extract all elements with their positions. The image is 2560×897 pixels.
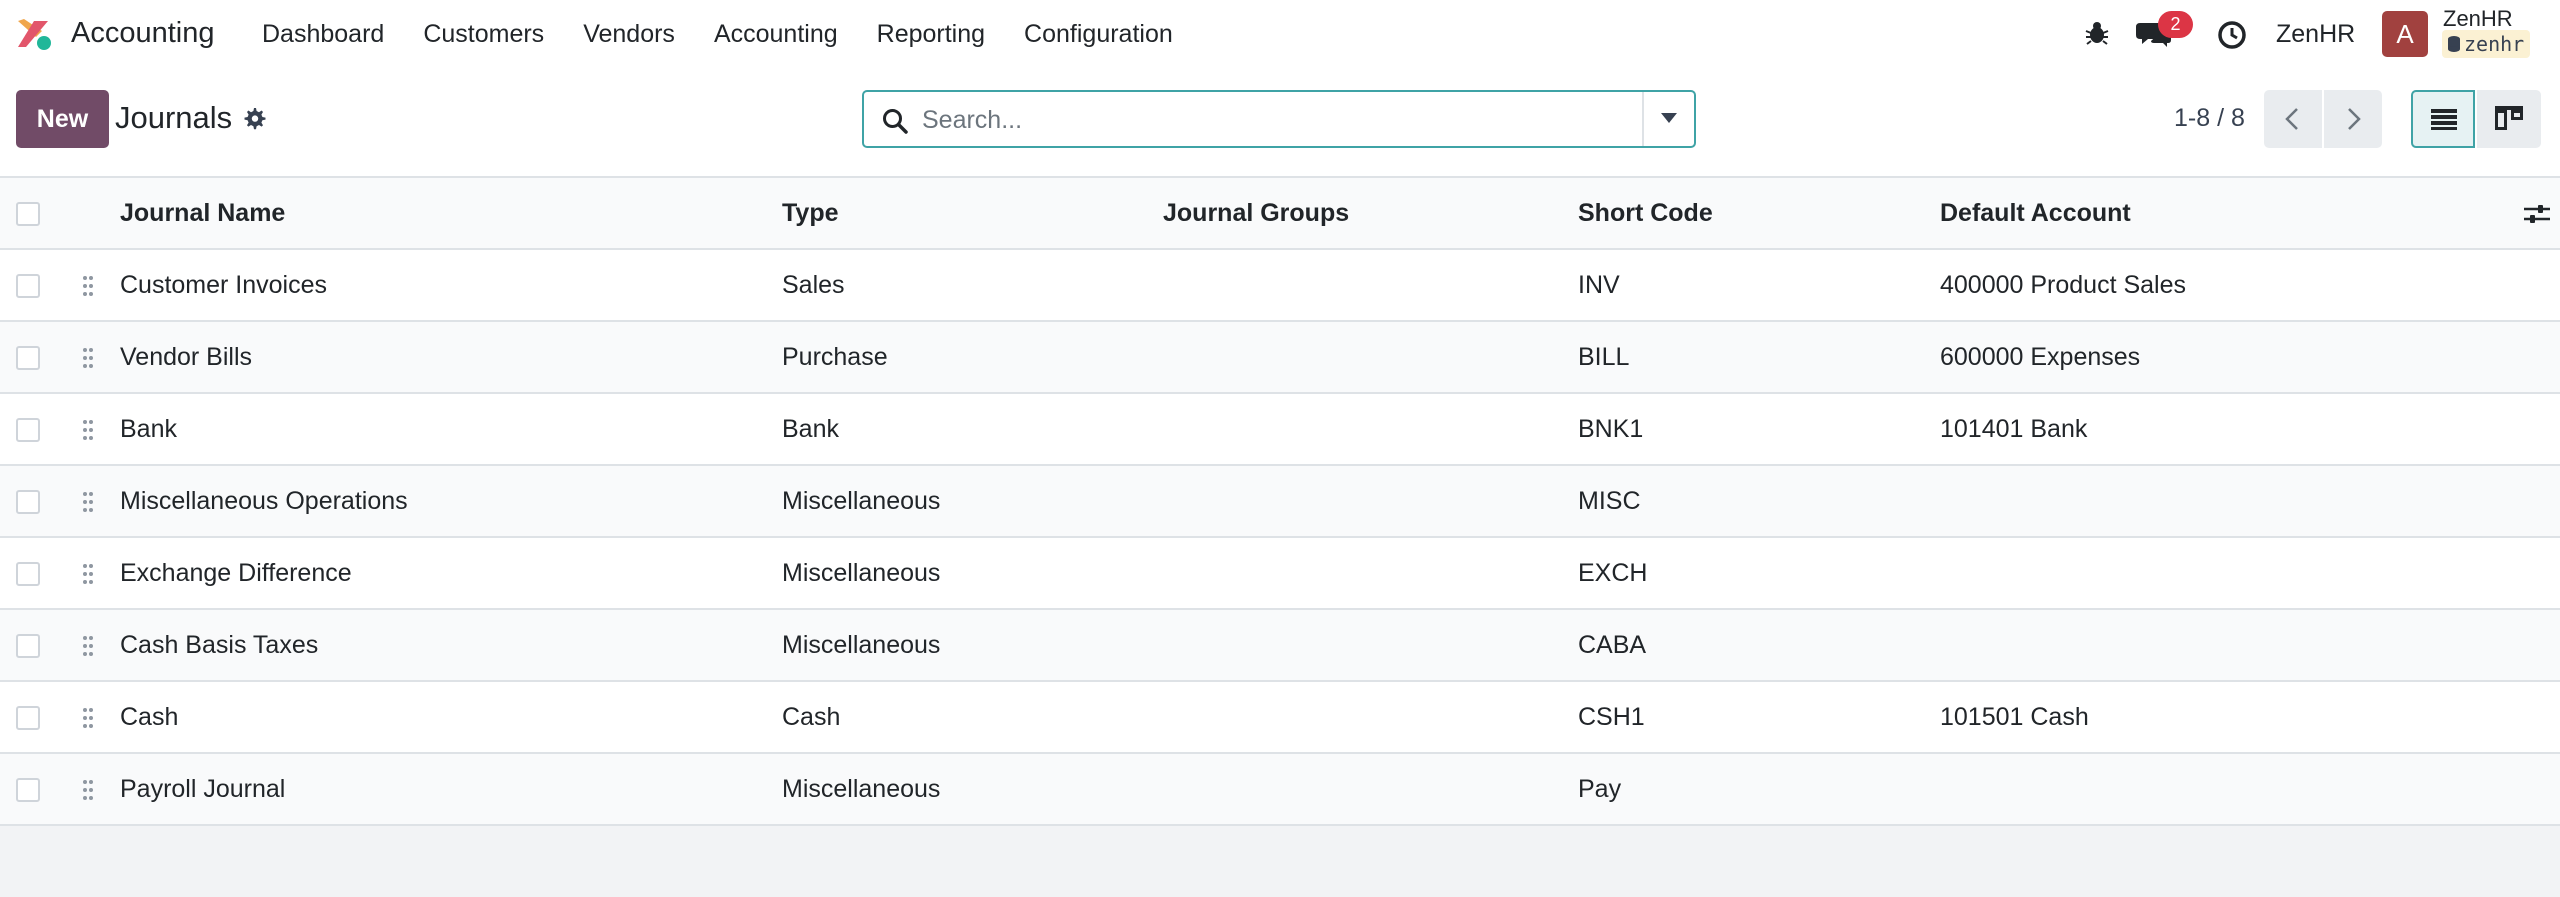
kanban-view-button[interactable] bbox=[2477, 90, 2541, 148]
journal-name: Exchange Difference bbox=[120, 559, 352, 587]
company-switcher[interactable]: ZenHR bbox=[2276, 20, 2355, 49]
table-row[interactable]: Miscellaneous Operations Miscellaneous M… bbox=[0, 466, 2560, 538]
row-checkbox[interactable] bbox=[16, 322, 40, 392]
journal-short-code: INV bbox=[1578, 271, 1620, 299]
journal-type: Cash bbox=[782, 703, 841, 731]
search-bar bbox=[862, 90, 1696, 148]
user-avatar[interactable]: A bbox=[2382, 11, 2428, 57]
journals-list: Journal Name Type Journal Groups Short C… bbox=[0, 178, 2560, 826]
row-checkbox[interactable] bbox=[16, 538, 40, 608]
journal-short-code: BNK1 bbox=[1578, 415, 1644, 443]
database-name: zenhr bbox=[2464, 32, 2525, 56]
main-menu: Dashboard Customers Vendors Accounting R… bbox=[262, 20, 1173, 49]
journal-name: Miscellaneous Operations bbox=[120, 487, 408, 515]
row-checkbox[interactable] bbox=[16, 250, 40, 320]
database-chip: zenhr bbox=[2442, 30, 2531, 58]
table-row[interactable]: Vendor Bills Purchase BILL 600000 Expens… bbox=[0, 322, 2560, 394]
row-checkbox[interactable] bbox=[16, 466, 40, 536]
journal-name: Payroll Journal bbox=[120, 775, 286, 803]
menu-accounting[interactable]: Accounting bbox=[714, 20, 838, 49]
row-checkbox[interactable] bbox=[16, 682, 40, 752]
row-checkbox[interactable] bbox=[16, 610, 40, 680]
column-header-type[interactable]: Type bbox=[782, 178, 839, 248]
journal-type: Sales bbox=[782, 271, 845, 299]
app-name[interactable]: Accounting bbox=[71, 17, 215, 50]
menu-customers[interactable]: Customers bbox=[423, 20, 544, 49]
journal-name: Vendor Bills bbox=[120, 343, 253, 371]
table-row[interactable]: Cash Cash CSH1 101501 Cash bbox=[0, 682, 2560, 754]
drag-handle-icon[interactable] bbox=[82, 610, 94, 680]
new-button[interactable]: New bbox=[16, 90, 109, 148]
menu-dashboard[interactable]: Dashboard bbox=[262, 20, 384, 49]
journal-short-code: BILL bbox=[1578, 343, 1630, 371]
caret-down-icon bbox=[1661, 113, 1677, 123]
column-header-default-account[interactable]: Default Account bbox=[1940, 178, 2131, 248]
drag-handle-icon[interactable] bbox=[82, 538, 94, 608]
page-title: Journals bbox=[115, 100, 233, 135]
table-header: Journal Name Type Journal Groups Short C… bbox=[0, 178, 2560, 250]
drag-handle-icon[interactable] bbox=[82, 322, 94, 392]
chevron-right-icon bbox=[2348, 108, 2361, 130]
list-view-icon bbox=[2431, 109, 2457, 130]
kanban-view-icon bbox=[2495, 106, 2523, 130]
journal-default-account: 600000 Expenses bbox=[1940, 343, 2141, 371]
select-all-checkbox[interactable] bbox=[16, 178, 40, 248]
journal-name: Bank bbox=[120, 415, 177, 443]
optional-columns-icon[interactable] bbox=[2524, 178, 2550, 248]
journal-short-code: CABA bbox=[1578, 631, 1647, 659]
journal-name: Cash bbox=[120, 703, 179, 731]
table-row[interactable]: Payroll Journal Miscellaneous Pay bbox=[0, 754, 2560, 826]
accounting-app-logo-icon[interactable] bbox=[14, 17, 54, 53]
journal-short-code: CSH1 bbox=[1578, 703, 1645, 731]
pager-next-button[interactable] bbox=[2324, 90, 2382, 148]
journal-default-account: 400000 Product Sales bbox=[1940, 271, 2187, 299]
drag-handle-icon[interactable] bbox=[82, 466, 94, 536]
pager-previous-button[interactable] bbox=[2264, 90, 2322, 148]
column-header-short-code[interactable]: Short Code bbox=[1578, 178, 1713, 248]
activity-clock-icon[interactable] bbox=[2217, 20, 2247, 50]
journal-name: Customer Invoices bbox=[120, 271, 328, 299]
control-panel: New Journals 1-8 / 8 bbox=[0, 68, 2560, 178]
table-row[interactable]: Customer Invoices Sales INV 400000 Produ… bbox=[0, 250, 2560, 322]
journal-short-code: Pay bbox=[1578, 775, 1622, 803]
journal-type: Miscellaneous bbox=[782, 631, 941, 659]
database-icon bbox=[2448, 36, 2460, 52]
drag-handle-icon[interactable] bbox=[82, 394, 94, 464]
debug-bug-icon[interactable] bbox=[2083, 19, 2111, 47]
journal-type: Purchase bbox=[782, 343, 888, 371]
list-view-button[interactable] bbox=[2411, 90, 2475, 148]
journal-name: Cash Basis Taxes bbox=[120, 631, 319, 659]
journal-type: Miscellaneous bbox=[782, 487, 941, 515]
column-header-journal-groups[interactable]: Journal Groups bbox=[1163, 178, 1349, 248]
journal-type: Miscellaneous bbox=[782, 775, 941, 803]
search-input[interactable] bbox=[922, 103, 1602, 137]
column-header-journal-name[interactable]: Journal Name bbox=[120, 178, 285, 248]
journal-short-code: EXCH bbox=[1578, 559, 1648, 587]
journal-type: Bank bbox=[782, 415, 839, 443]
menu-vendors[interactable]: Vendors bbox=[583, 20, 675, 49]
user-name[interactable]: ZenHR bbox=[2443, 6, 2513, 32]
table-row[interactable]: Bank Bank BNK1 101401 Bank bbox=[0, 394, 2560, 466]
gear-icon[interactable] bbox=[242, 106, 266, 130]
journal-default-account: 101401 Bank bbox=[1940, 415, 2088, 443]
top-navbar: Accounting Dashboard Customers Vendors A… bbox=[0, 0, 2560, 68]
search-options-toggle[interactable] bbox=[1642, 92, 1694, 146]
table-row[interactable]: Exchange Difference Miscellaneous EXCH bbox=[0, 538, 2560, 610]
pager-value[interactable]: 1-8 / 8 bbox=[2174, 104, 2245, 133]
drag-handle-icon[interactable] bbox=[82, 682, 94, 752]
journal-short-code: MISC bbox=[1578, 487, 1641, 515]
row-checkbox[interactable] bbox=[16, 754, 40, 824]
drag-handle-icon[interactable] bbox=[82, 250, 94, 320]
messages-count-badge: 2 bbox=[2158, 11, 2193, 38]
drag-handle-icon[interactable] bbox=[82, 754, 94, 824]
table-row[interactable]: Cash Basis Taxes Miscellaneous CABA bbox=[0, 610, 2560, 682]
journal-type: Miscellaneous bbox=[782, 559, 941, 587]
chevron-left-icon bbox=[2285, 108, 2298, 130]
journal-default-account: 101501 Cash bbox=[1940, 703, 2089, 731]
row-checkbox[interactable] bbox=[16, 394, 40, 464]
search-icon bbox=[883, 109, 908, 134]
menu-configuration[interactable]: Configuration bbox=[1024, 20, 1173, 49]
menu-reporting[interactable]: Reporting bbox=[877, 20, 985, 49]
